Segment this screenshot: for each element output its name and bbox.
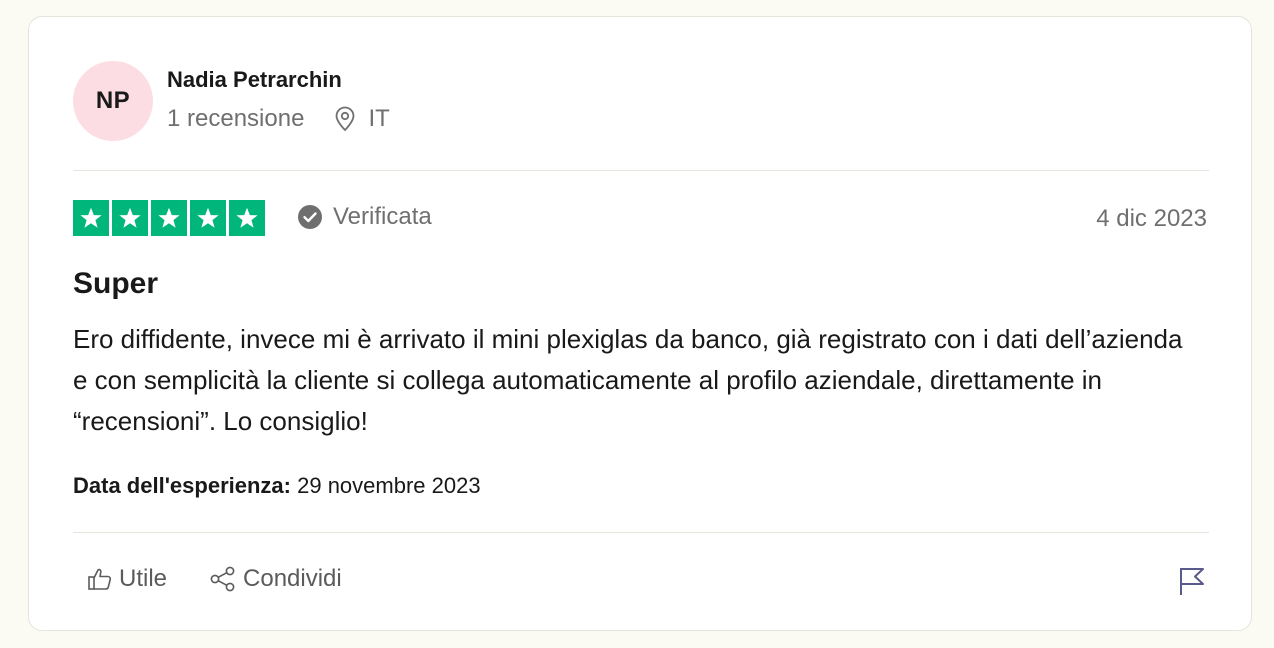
star-1 [73,200,109,236]
star-icon [197,207,219,228]
review-body: Ero diffidente, invece mi è arrivato il … [73,324,1183,436]
share-label: Condividi [243,565,342,592]
thumbs-up-icon [88,568,112,590]
share-icon [210,566,235,592]
verified-label: Verificata [333,203,432,230]
review-actions: Utile Condividi [87,565,342,593]
review-count: 1 recensione [167,105,305,132]
star-4 [190,200,226,236]
star-2 [112,200,148,236]
star-5 [229,200,265,236]
experience-label: Data dell'esperienza: [73,473,291,498]
star-3 [151,200,187,236]
like-button[interactable]: Utile [87,565,167,593]
verified-badge[interactable]: Verificata [297,203,432,231]
review-card: NP Nadia Petrarchin 1 recensione IT Veri… [28,16,1252,631]
avatar[interactable]: NP [73,61,153,141]
star-icon [236,207,258,228]
avatar-initials: NP [95,87,131,114]
review-date: 4 dic 2023 [1096,205,1207,232]
reviewer-name[interactable]: Nadia Petrarchin [167,67,342,93]
reviewer-country: IT [368,105,390,132]
share-button[interactable]: Condividi [209,565,342,593]
like-label: Utile [119,565,168,592]
header-divider [73,170,1209,171]
footer-divider [73,532,1209,533]
reviewer-location: IT [334,105,390,133]
star-rating [73,200,265,236]
star-icon [80,207,102,228]
location-icon [336,106,355,132]
review-title[interactable]: Super [73,267,158,301]
experience-value: 29 novembre 2023 [297,473,481,498]
experience-date: Data dell'esperienza: 29 novembre 2023 [73,473,481,499]
reviewer-meta: 1 recensione IT [167,105,390,133]
verified-check-icon [298,205,322,229]
star-icon [158,207,180,228]
star-icon [119,207,141,228]
flag-icon[interactable] [1177,565,1207,597]
